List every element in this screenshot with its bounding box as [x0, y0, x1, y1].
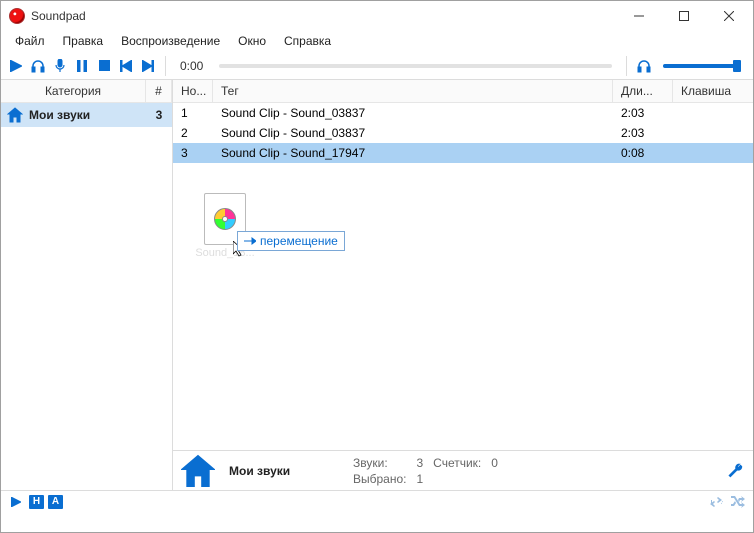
previous-icon[interactable]	[117, 57, 135, 75]
volume-control	[635, 57, 747, 75]
menu-help[interactable]: Справка	[276, 32, 339, 50]
play-icon[interactable]	[7, 57, 25, 75]
sidebar: Категория # Мои звуки 3	[1, 80, 173, 490]
sounds-value: 3	[416, 456, 423, 470]
wrench-icon[interactable]	[727, 462, 745, 480]
shuffle-icon[interactable]	[729, 493, 747, 511]
home-icon	[7, 107, 23, 123]
time-label: 0:00	[174, 59, 209, 73]
sidebar-header-category[interactable]: Категория	[1, 80, 146, 102]
app-logo-icon	[9, 8, 25, 24]
menu-file[interactable]: Файл	[7, 32, 53, 50]
cell-number: 3	[173, 146, 213, 160]
volume-slider[interactable]	[663, 64, 741, 68]
toolbar-separator	[626, 56, 627, 76]
sidebar-item-count: 3	[146, 108, 172, 122]
drag-tooltip-label: перемещение	[260, 234, 338, 248]
info-stats: Звуки: 3 Счетчик: 0 Выбрано: 1	[353, 456, 498, 486]
toolbar-separator	[165, 56, 166, 76]
menu-window[interactable]: Окно	[230, 32, 274, 50]
badge-h[interactable]: H	[29, 495, 44, 509]
table-header: Но... Тег Дли... Клавиша	[173, 80, 753, 103]
title-bar: Soundpad	[1, 1, 753, 31]
col-header-number[interactable]: Но...	[173, 80, 213, 102]
counter-value: 0	[491, 456, 498, 470]
table-row[interactable]: 3 Sound Clip - Sound_17947 0:08	[173, 143, 753, 163]
pause-icon[interactable]	[73, 57, 91, 75]
headphones-volume-icon[interactable]	[635, 57, 653, 75]
cell-number: 1	[173, 106, 213, 120]
repeat-icon[interactable]	[707, 493, 725, 511]
microphone-icon[interactable]	[51, 57, 69, 75]
cell-duration: 0:08	[613, 146, 673, 160]
cell-duration: 2:03	[613, 126, 673, 140]
move-arrow-icon	[244, 237, 256, 245]
info-title: Мои звуки	[229, 464, 339, 478]
minimize-button[interactable]	[616, 1, 661, 31]
cell-tag: Sound Clip - Sound_03837	[213, 126, 613, 140]
progress-slider[interactable]	[219, 64, 612, 68]
sound-list: Но... Тег Дли... Клавиша 1 Sound Clip - …	[173, 80, 753, 490]
sounds-label: Звуки:	[353, 456, 406, 470]
menu-edit[interactable]: Правка	[55, 32, 112, 50]
badge-a[interactable]: A	[48, 495, 63, 509]
menu-playback[interactable]: Воспроизведение	[113, 32, 228, 50]
cell-number: 2	[173, 126, 213, 140]
selected-value: 1	[416, 472, 423, 486]
sidebar-header: Категория #	[1, 80, 172, 103]
close-button[interactable]	[706, 1, 751, 31]
window-title: Soundpad	[31, 9, 616, 23]
home-icon	[181, 454, 215, 488]
cell-tag: Sound Clip - Sound_03837	[213, 106, 613, 120]
main-area: Категория # Мои звуки 3 Но... Тег Дли...…	[1, 80, 753, 490]
table-row[interactable]: 2 Sound Clip - Sound_03837 2:03	[173, 123, 753, 143]
selected-label: Выбрано:	[353, 472, 406, 486]
col-header-duration[interactable]: Дли...	[613, 80, 673, 102]
col-header-key[interactable]: Клавиша	[673, 80, 753, 102]
toolbar: 0:00	[1, 52, 753, 80]
table-body[interactable]: 1 Sound Clip - Sound_03837 2:03 2 Sound …	[173, 103, 753, 450]
play-icon[interactable]	[7, 493, 25, 511]
col-header-tag[interactable]: Тег	[213, 80, 613, 102]
menu-bar: Файл Правка Воспроизведение Окно Справка	[1, 31, 753, 52]
sidebar-header-count[interactable]: #	[146, 80, 172, 102]
info-bar: Мои звуки Звуки: 3 Счетчик: 0 Выбрано: 1	[173, 450, 753, 490]
table-row[interactable]: 1 Sound Clip - Sound_03837 2:03	[173, 103, 753, 123]
next-icon[interactable]	[139, 57, 157, 75]
stop-icon[interactable]	[95, 57, 113, 75]
counter-label: Счетчик:	[433, 456, 481, 470]
maximize-button[interactable]	[661, 1, 706, 31]
cell-duration: 2:03	[613, 106, 673, 120]
sidebar-item-my-sounds[interactable]: Мои звуки 3	[1, 103, 172, 127]
sidebar-item-label: Мои звуки	[29, 108, 146, 122]
status-bar: H A	[1, 490, 753, 512]
headphones-icon[interactable]	[29, 57, 47, 75]
drag-tooltip: перемещение	[237, 231, 345, 251]
cell-tag: Sound Clip - Sound_17947	[213, 146, 613, 160]
